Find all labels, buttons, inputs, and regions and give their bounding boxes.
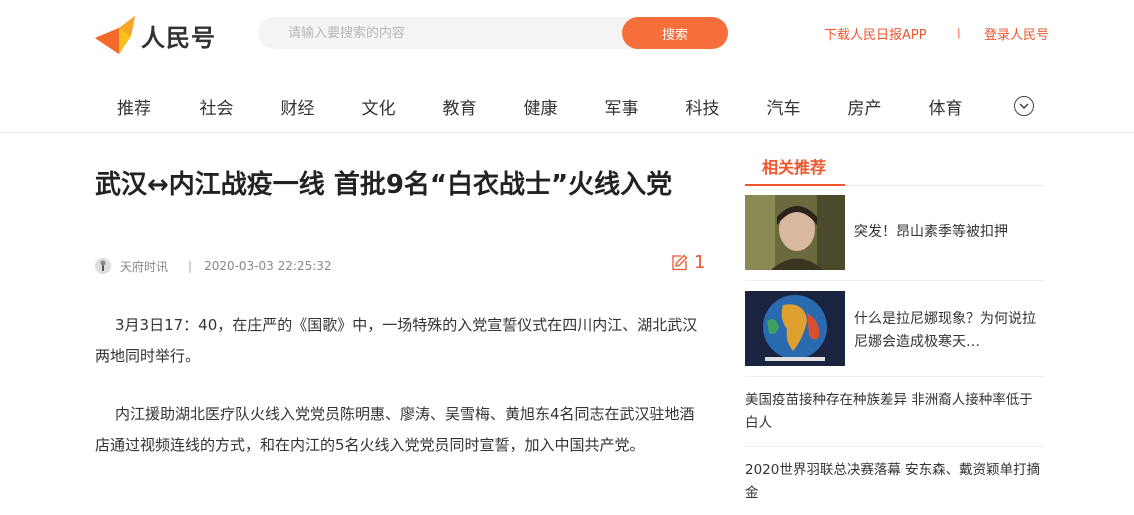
nav-item-finance[interactable]: 财经 — [257, 94, 338, 119]
nav-more-button[interactable] — [1014, 96, 1034, 116]
search-input[interactable] — [258, 17, 623, 49]
article-meta: 天府时讯 | 2020-03-03 22:25:32 — [95, 256, 332, 276]
nav-item-sports[interactable]: 体育 — [905, 94, 986, 119]
comment-button[interactable]: 1 — [671, 252, 705, 273]
nav-item-auto[interactable]: 汽车 — [743, 94, 824, 119]
logo-text: 人民号 — [141, 23, 216, 52]
related-item-divider — [745, 446, 1044, 447]
related-thumbnail — [745, 291, 845, 366]
search-bar: 搜索 — [258, 17, 728, 49]
article-paragraph: 3月3日17：40，在庄严的《国歌》中，一场特殊的入党宣誓仪式在四川内江、湖北武… — [95, 316, 698, 365]
source-name[interactable]: 天府时讯 — [120, 258, 168, 275]
source-avatar[interactable] — [95, 258, 111, 274]
related-item-divider — [745, 280, 1044, 281]
nav-item-society[interactable]: 社会 — [176, 94, 257, 119]
logo-icon — [95, 16, 135, 54]
article-title: 武汉↔内江战疫一线 首批9名“白衣战士”火线入党 — [95, 170, 673, 200]
related-item[interactable]: 美国疫苗接种存在种族差异 非洲裔人接种率低于白人 — [745, 389, 1044, 435]
related-underline — [745, 184, 845, 186]
nav-item-military[interactable]: 军事 — [581, 94, 662, 119]
article-paragraph: 内江援助湖北医疗队火线入党党员陈明惠、廖涛、吴雪梅、黄旭东4名同志在武汉驻地酒店… — [95, 405, 695, 454]
logo[interactable]: 人民号 — [95, 16, 240, 54]
related-item-title: 什么是拉尼娜现象？为何说拉尼娜会造成极寒天… — [854, 311, 1036, 350]
meta-separator: | — [188, 259, 193, 273]
nav-item-realestate[interactable]: 房产 — [824, 94, 905, 119]
download-app-link[interactable]: 下载人民日报APP — [824, 24, 927, 43]
globe-thumbnail — [745, 291, 845, 366]
edit-comment-icon — [672, 254, 688, 271]
nav-item-tech[interactable]: 科技 — [662, 94, 743, 119]
related-title: 相关推荐 — [762, 158, 827, 177]
source-avatar-icon — [95, 258, 111, 274]
nav-divider — [0, 132, 1134, 133]
comment-count: 1 — [694, 252, 706, 273]
portrait-thumbnail — [745, 195, 845, 270]
chevron-down-icon — [1019, 102, 1029, 109]
related-item[interactable]: 2020世界羽联总决赛落幕 安东森、戴资颖单打摘金 — [745, 459, 1044, 505]
login-link[interactable]: 登录人民号 — [984, 24, 1049, 43]
related-thumbnail — [745, 195, 845, 270]
header-separator: | — [957, 26, 961, 39]
nav-item-recommend[interactable]: 推荐 — [95, 94, 176, 119]
related-item-title: 美国疫苗接种存在种族差异 非洲裔人接种率低于白人 — [745, 392, 1033, 431]
related-item-title: 突发！昂山素季等被扣押 — [854, 224, 1008, 240]
related-item-title: 2020世界羽联总决赛落幕 安东森、戴资颖单打摘金 — [745, 462, 1041, 501]
related-item[interactable]: 什么是拉尼娜现象？为何说拉尼娜会造成极寒天… — [745, 291, 1044, 366]
related-item-divider — [745, 376, 1044, 377]
category-nav: 推荐 社会 财经 文化 教育 健康 军事 科技 汽车 房产 体育 — [95, 92, 1045, 120]
nav-item-health[interactable]: 健康 — [500, 94, 581, 119]
nav-item-culture[interactable]: 文化 — [338, 94, 419, 119]
nav-item-education[interactable]: 教育 — [419, 94, 500, 119]
publish-datetime: 2020-03-03 22:25:32 — [204, 259, 332, 273]
related-item[interactable]: 突发！昂山素季等被扣押 — [745, 195, 1044, 270]
search-button[interactable]: 搜索 — [622, 17, 728, 49]
